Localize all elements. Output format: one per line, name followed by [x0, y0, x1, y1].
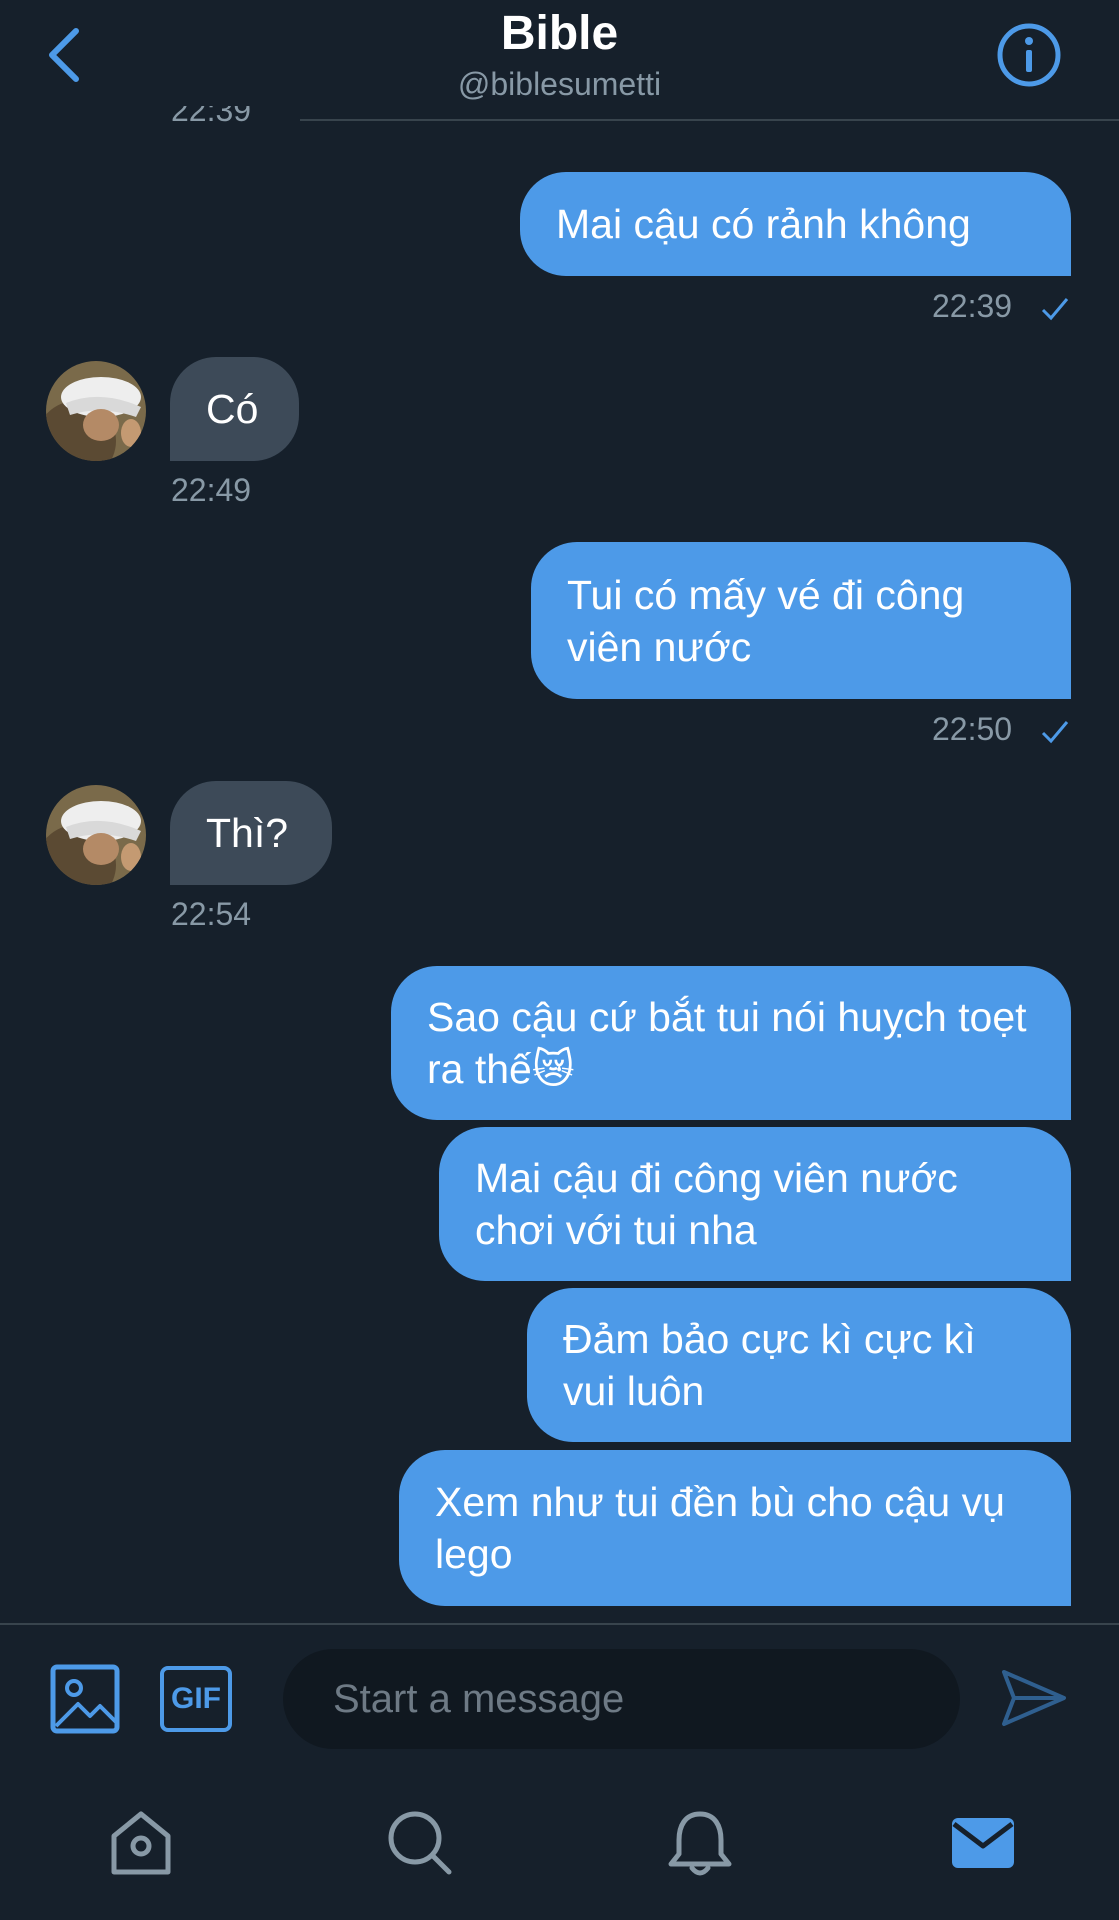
nav-home[interactable]	[106, 1808, 176, 1878]
message-timestamp: 22:49	[171, 472, 252, 508]
message-text: Mai cậu có rảnh không	[556, 201, 971, 247]
message-timestamp: 22:54	[171, 896, 252, 932]
avatar[interactable]	[46, 785, 146, 885]
nav-search[interactable]	[385, 1808, 455, 1878]
nav-messages[interactable]	[950, 1808, 1020, 1878]
message-input[interactable]	[283, 1649, 960, 1749]
check-icon	[1041, 298, 1069, 321]
nav-notifications[interactable]	[665, 1808, 735, 1878]
avatar-image	[46, 361, 146, 461]
mail-icon	[952, 1818, 1014, 1868]
search-icon	[388, 1811, 452, 1875]
conversation-handle[interactable]: @biblesumetti	[0, 66, 1119, 103]
avatar[interactable]	[46, 361, 146, 461]
info-icon	[997, 23, 1061, 87]
message-text: Mai cậu đi công viên nước chơi với tui n…	[475, 1155, 958, 1253]
info-button[interactable]	[996, 22, 1062, 88]
message-text: Thì?	[206, 810, 289, 856]
home-icon	[111, 1811, 171, 1875]
avatar-image	[46, 785, 146, 885]
bell-icon	[668, 1811, 732, 1876]
header-divider	[300, 119, 1119, 121]
message-bubble-sent[interactable]: Mai cậu đi công viên nước chơi với tui n…	[439, 1127, 1071, 1281]
message-bubble-received[interactable]: Thì?	[170, 781, 332, 885]
message-bubble-sent[interactable]: Đảm bảo cực kì cực kì vui luôn	[527, 1288, 1071, 1442]
message-text: Sao cậu cứ bắt tui nói huỵch toẹt ra thế…	[427, 994, 1027, 1092]
image-icon	[50, 1664, 120, 1734]
message-text: Có	[206, 386, 259, 432]
message-bubble-sent[interactable]: Tui có mấy vé đi công viên nước	[531, 542, 1071, 699]
conversation-header: Bible @biblesumetti	[0, 0, 1119, 121]
partial-timestamp-text: 22:39	[171, 106, 252, 128]
message-timestamp: 22:50	[932, 711, 1013, 747]
send-icon	[1002, 1670, 1066, 1726]
send-button[interactable]	[1000, 1664, 1068, 1732]
message-text: Xem như tui đền bù cho cậu vụ lego	[435, 1479, 1005, 1577]
message-bubble-sent[interactable]: Mai cậu có rảnh không	[520, 172, 1071, 276]
message-text: Tui có mấy vé đi công viên nước	[567, 571, 965, 670]
message-bubble-received[interactable]: Có	[170, 357, 299, 461]
gif-label: GIF	[171, 1682, 221, 1715]
check-icon	[1041, 721, 1069, 744]
composer-divider	[0, 1623, 1119, 1625]
add-image-button[interactable]	[50, 1664, 120, 1734]
message-bubble-sent[interactable]: Sao cậu cứ bắt tui nói huỵch toẹt ra thế…	[391, 966, 1071, 1120]
conversation-title[interactable]: Bible	[0, 6, 1119, 61]
partial-timestamp: 22:39	[171, 106, 251, 136]
gif-button[interactable]: GIF	[160, 1666, 232, 1732]
message-text: Đảm bảo cực kì cực kì vui luôn	[563, 1316, 976, 1414]
message-timestamp: 22:39	[932, 288, 1013, 324]
message-bubble-sent[interactable]: Xem như tui đền bù cho cậu vụ lego	[399, 1450, 1071, 1606]
